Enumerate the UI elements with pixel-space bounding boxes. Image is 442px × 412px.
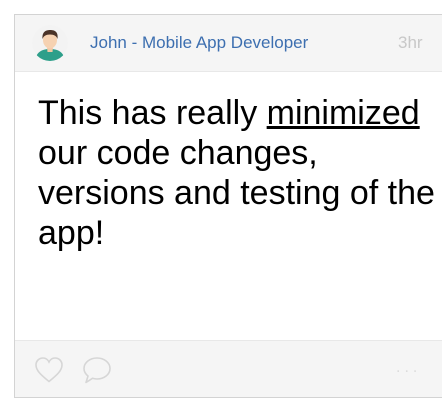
- post-footer: ...: [15, 340, 442, 397]
- post-text: This has really minimized our code chang…: [38, 93, 442, 253]
- comment-icon[interactable]: [82, 355, 112, 385]
- post-header: John - Mobile App Developer 3hr: [15, 15, 442, 72]
- avatar[interactable]: [32, 25, 68, 61]
- more-options-icon[interactable]: ...: [396, 359, 421, 377]
- post-timestamp: 3hr: [398, 33, 423, 52]
- heart-icon[interactable]: [34, 356, 64, 384]
- post-text-emphasis: minimized: [266, 94, 420, 132]
- author-name[interactable]: John - Mobile App Developer: [90, 33, 308, 53]
- post-card: John - Mobile App Developer 3hr This has…: [14, 14, 442, 398]
- post-text-rest: our code changes, versions and testing o…: [38, 134, 435, 252]
- post-text-intro: This has really: [38, 94, 267, 132]
